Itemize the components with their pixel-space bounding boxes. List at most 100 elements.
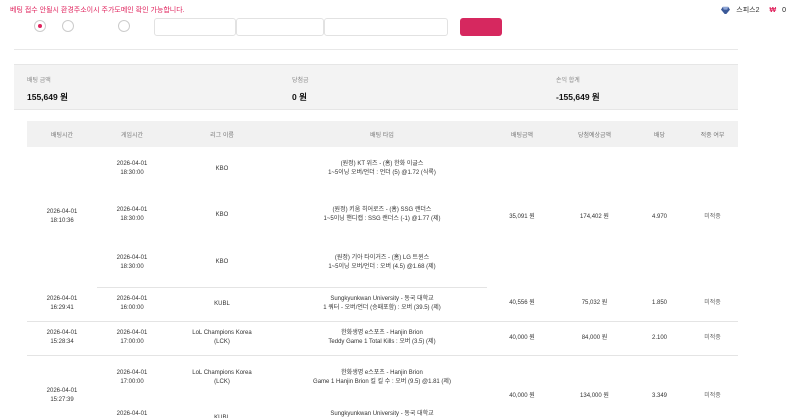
game-time-cell: 2026-04-01 17:00:00 <box>97 355 167 401</box>
result-cell: 미적중 <box>687 321 738 356</box>
game-clock: 18:30:00 <box>120 216 144 222</box>
league-cell: LoL Champions Korea (LCK) <box>167 355 277 401</box>
game-time-cell: 2026-04-01 18:30:00 <box>97 147 167 191</box>
filter-radio-3[interactable] <box>118 20 130 32</box>
balance-value: 0 <box>782 6 786 14</box>
league-name: KUBL <box>167 414 277 418</box>
bet-time-cell: 2026-04-01 16:29:41 <box>27 287 97 322</box>
filter-bar <box>14 14 738 50</box>
start-date-field[interactable] <box>154 18 236 36</box>
game-clock: 18:30:00 <box>120 170 144 176</box>
league-cell: KBO <box>167 147 277 191</box>
result-cell: 미적중 <box>704 213 721 220</box>
bet-selection: Teddy Game 1 Total Kills : 오버 (3.5) (제) <box>328 339 436 345</box>
league-sub: (LCK) <box>214 339 230 345</box>
bet-type-cell: (원정) 키움 히어로즈 - (홈) SSG 랜더스 1~5이닝 핸디캡 : SS… <box>277 191 487 239</box>
table-row: 2026-04-01 16:29:41 2026-04-01 16:00:00 KUBL… <box>27 287 738 322</box>
bet-amount-cell: 40,000 원 <box>487 321 557 356</box>
league-name: LoL Champions Korea <box>192 370 252 377</box>
bet-date: 2026-04-01 <box>46 209 78 215</box>
col-odds: 배당 <box>632 121 687 147</box>
summary-panel: 배팅 금액 155,649 원 당첨금 0 원 손익 합계 -155,649 원 <box>14 64 738 110</box>
bet-amount-cell: 40,000 원 <box>509 392 535 399</box>
bet-clock: 18:10:36 <box>50 218 74 224</box>
currency-symbol: ₩ <box>769 6 777 14</box>
bet-time-cell: 2026-04-01 18:10:36 <box>27 147 97 287</box>
col-bet-amount: 배팅금액 <box>487 121 557 147</box>
match-name: Sungkyunkwan University - 동국 대학교 <box>330 296 434 302</box>
bet-selection: 1~5이닝 핸디캡 : SSG 랜더스 (-1) @1.77 (제) <box>323 216 441 222</box>
win-amount-label: 당첨금 <box>292 78 309 84</box>
bet-history-table: 배팅시간 게임시간 리그 이름 배팅 타입 배팅금액 당첨예상금액 배당 적중 … <box>27 121 738 418</box>
table-row: 2026-04-01 18:10:36 2026-04-01 18:30:00 KBO (… <box>27 147 738 224</box>
col-result: 적중 여부 <box>687 121 738 147</box>
profit-label: 손익 합계 <box>556 78 580 84</box>
bet-selection: 1~5이닝 오버/언더 : 오버 (4.5) @1.68 (제) <box>328 263 436 270</box>
bet-amount-summary: 배팅 금액 155,649 원 <box>27 75 68 103</box>
expected-win-cell: 84,000 원 <box>557 321 632 356</box>
bet-amount-value: 155,649 원 <box>27 92 68 102</box>
league-cell: LoL Champions Korea (LCK) <box>167 321 277 356</box>
game-date: 2026-04-01 <box>116 370 148 377</box>
game-date: 2026-04-01 <box>116 161 148 167</box>
bet-selection: 1 쿼터 - 오버/언더 (승패포함) : 오버 (39.5) (제) <box>323 305 441 311</box>
bet-time-cell: 2026-04-01 15:28:34 <box>27 321 97 356</box>
bet-date: 2026-04-01 <box>46 388 78 395</box>
game-date: 2026-04-01 <box>116 296 148 302</box>
league-cell: KBO <box>167 239 277 288</box>
match-name: (원정) 키움 히어로즈 - (홈) SSG 랜더스 <box>332 207 432 213</box>
league-sub: (LCK) <box>214 379 230 386</box>
league-name: KUBL <box>214 300 230 307</box>
bet-date: 2026-04-01 <box>46 330 78 336</box>
match-name: 한화생명 e스포츠 - Hanjin Brion <box>341 330 423 336</box>
filter-radio-2[interactable] <box>62 20 74 32</box>
league-name: KBO <box>215 165 229 172</box>
bet-amount-cell: 40,556 원 <box>487 287 557 322</box>
bet-selection: Game 1 Hanjin Brion 킬 킬 수 : 오버 (9.5) @1.… <box>313 379 451 386</box>
search-input[interactable] <box>324 18 448 36</box>
game-date: 2026-04-01 <box>116 330 148 336</box>
league-cell: KBO <box>167 191 277 239</box>
game-date: 2026-04-01 <box>116 207 148 213</box>
filter-radio-1[interactable] <box>34 20 46 32</box>
col-bet-time: 배팅시간 <box>27 121 97 147</box>
col-game-time: 게임시간 <box>97 121 167 147</box>
bet-selection: 1~5이닝 오버/언더 : 언더 (5) @1.72 (식록) <box>328 170 436 176</box>
expected-win-cell: 75,032 원 <box>557 287 632 322</box>
result-cell: 미적중 <box>687 287 738 322</box>
tier-label[interactable]: 스피스2 <box>736 5 759 15</box>
match-name: (원정) KT 위즈 - (홈) 한화 이글스 <box>340 161 424 167</box>
end-date-field[interactable] <box>236 18 324 36</box>
bet-date: 2026-04-01 <box>46 295 78 302</box>
game-time-cell: 2026-04-01 18:30:00 <box>97 191 167 239</box>
game-clock: 16:00:00 <box>120 305 144 311</box>
bet-type-cell: 한화생명 e스포츠 - Hanjin Brion Teddy Game 1 Tot… <box>277 321 487 356</box>
col-bet-type: 배팅 타입 <box>277 121 487 147</box>
match-name: 한화생명 e스포츠 - Hanjin Brion <box>341 370 423 377</box>
game-time-cell: 2026-04-01 18:30:00 <box>97 239 167 288</box>
game-time-cell: 2026-04-0116:00:00 <box>97 401 167 418</box>
bet-type-cell: 한화생명 e스포츠 - Hanjin Brion Game 1 Hanjin Br… <box>277 355 487 401</box>
bet-clock: 15:28:34 <box>50 339 74 345</box>
table-header: 배팅시간 게임시간 리그 이름 배팅 타입 배팅금액 당첨예상금액 배당 적중 … <box>27 121 738 147</box>
search-button[interactable] <box>460 18 502 36</box>
col-league: 리그 이름 <box>167 121 277 147</box>
game-date: 2026-04-01 <box>116 410 148 417</box>
game-time-cell: 2026-04-01 17:00:00 <box>97 321 167 356</box>
win-amount-summary: 당첨금 0 원 <box>292 75 309 103</box>
league-name: KBO <box>215 211 229 218</box>
bet-amount-label: 배팅 금액 <box>27 78 51 84</box>
profit-value: -155,649 원 <box>556 92 600 102</box>
bet-amount-cell: 35,091 원 <box>509 213 535 220</box>
game-clock: 17:00:00 <box>120 379 144 386</box>
result-cell: 미적중 <box>704 392 721 399</box>
bet-type-cell: (원정) KT 위즈 - (홈) 한화 이글스 1~5이닝 오버/언더 : 언더 … <box>277 147 487 191</box>
league-cell: KUBL <box>167 401 277 418</box>
match-name: Sungkyunkwan University - 동국 대학교 <box>330 410 434 417</box>
game-clock: 18:30:00 <box>120 263 144 270</box>
odds-cell: 3.349 <box>651 392 667 399</box>
odds-cell: 1.850 <box>632 287 687 322</box>
odds-cell: 4.970 <box>651 213 667 220</box>
bet-clock: 16:29:41 <box>50 304 74 311</box>
table-row: 2026-04-01 15:27:39 2026-04-01 17:00:00 LoL … <box>27 355 738 403</box>
